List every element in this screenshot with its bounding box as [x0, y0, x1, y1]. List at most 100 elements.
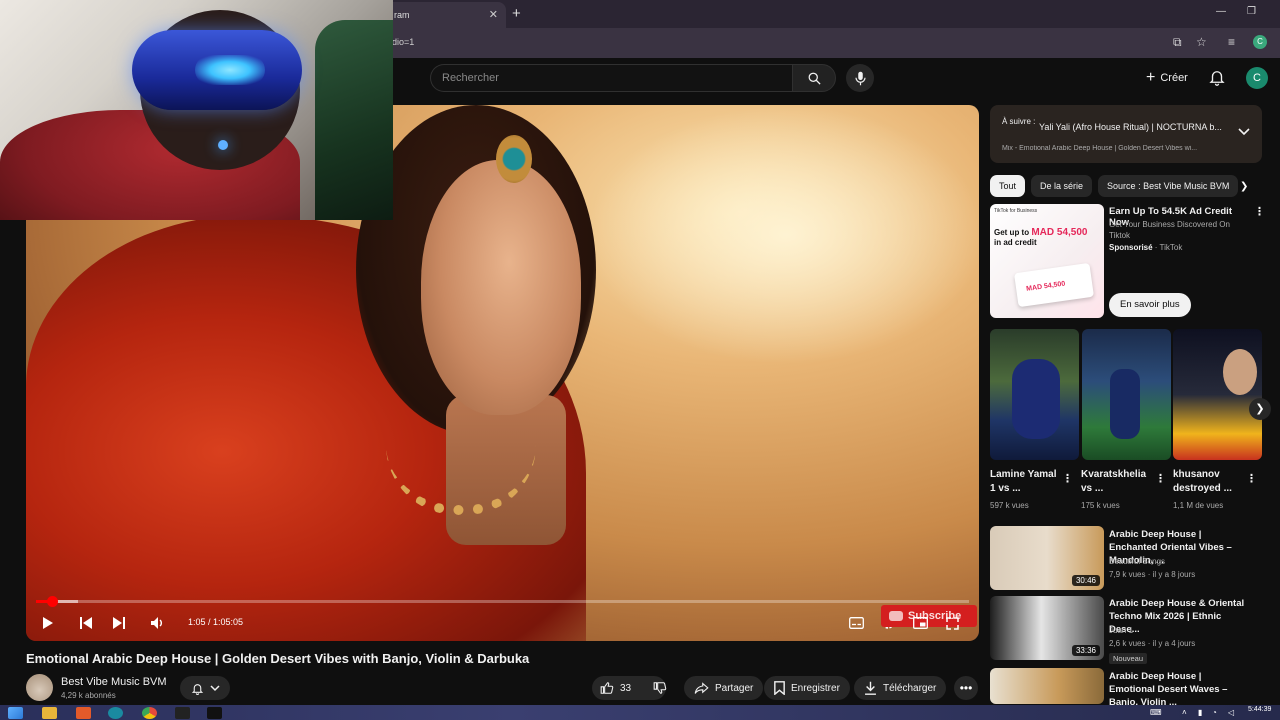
recommendation-meta: 7,9 k vues · il y a 8 jours: [1109, 570, 1196, 579]
up-next-title[interactable]: Yali Yali (Afro House Ritual) | NOCTURNA…: [1039, 122, 1225, 132]
chip-source[interactable]: Source : Best Vibe Music BVM: [1098, 175, 1239, 197]
short-thumbnail[interactable]: [990, 329, 1079, 460]
more-actions-button[interactable]: •••: [954, 676, 978, 700]
recommendation-title[interactable]: Arabic Deep House | Emotional Desert Wav…: [1109, 670, 1247, 709]
chip-all[interactable]: Tout: [990, 175, 1026, 197]
speaker-icon[interactable]: ◁: [1228, 708, 1234, 717]
subtitles-button[interactable]: [846, 613, 866, 633]
recommendation-thumbnail[interactable]: 33:36: [990, 596, 1104, 660]
share-button[interactable]: Partager: [684, 676, 764, 700]
notifications-button[interactable]: [1208, 68, 1226, 91]
keyboard-icon[interactable]: ⌨: [1150, 708, 1162, 717]
recommendation-thumbnail[interactable]: 30:46: [990, 526, 1104, 590]
account-avatar[interactable]: C: [1246, 67, 1268, 89]
ad-headline: Get up to MAD 54,500 in ad credit: [994, 228, 1087, 248]
create-button[interactable]: + Créer: [1140, 66, 1194, 90]
youtube-logo-icon: [889, 611, 903, 621]
webcam-overlay: [0, 0, 393, 220]
voice-search-button[interactable]: [846, 64, 874, 92]
fullscreen-button[interactable]: [942, 613, 962, 633]
miniplayer-button[interactable]: [910, 613, 930, 633]
minimize-icon[interactable]: —: [1216, 6, 1226, 17]
brave-browser-icon[interactable]: [76, 707, 91, 719]
short-player-figure: [1223, 349, 1257, 395]
video-frame-jewel: [496, 135, 532, 183]
download-button[interactable]: Télécharger: [854, 676, 947, 700]
like-button[interactable]: 33: [600, 681, 631, 695]
channel-avatar[interactable]: [26, 674, 53, 701]
taskbar-clock[interactable]: 5:44:39: [1248, 706, 1271, 713]
ad-thumbnail[interactable]: TikTok for Business Get up to MAD 54,500…: [990, 204, 1104, 318]
short-more-icon[interactable]: ⋮: [1062, 474, 1073, 485]
save-button[interactable]: Enregistrer: [764, 676, 850, 700]
tray-chevron-icon[interactable]: ˄: [1182, 708, 1187, 717]
up-next-subtitle: Mix - Emotional Arabic Deep House | Gold…: [1002, 145, 1198, 152]
short-views: 175 k vues: [1081, 501, 1120, 510]
tab-close-icon[interactable]: ✕: [489, 8, 498, 21]
progress-scrubber[interactable]: [47, 596, 58, 607]
download-label: Télécharger: [883, 682, 937, 694]
up-next-label: À suivre :: [1002, 117, 1036, 126]
short-title[interactable]: khusanov destroyed ...: [1173, 468, 1245, 496]
chip-series[interactable]: De la série: [1031, 175, 1093, 197]
short-thumbnail[interactable]: [1082, 329, 1171, 460]
search-button[interactable]: [792, 64, 836, 92]
play-button[interactable]: [38, 613, 58, 633]
capcut-icon[interactable]: [175, 707, 190, 719]
short-player-figure: [1012, 359, 1060, 439]
previous-button[interactable]: [76, 613, 96, 633]
progress-bar[interactable]: [36, 600, 969, 603]
video-frame-sky: [586, 105, 979, 365]
short-title[interactable]: Kvaratskhelia vs ...: [1081, 468, 1153, 496]
ad-more-icon[interactable]: ⋮: [1254, 207, 1265, 218]
ad-sponsor-line: Sponsorisé · TikTok: [1109, 243, 1183, 252]
volume-button[interactable]: [148, 613, 168, 633]
windows-start-icon[interactable]: [8, 707, 23, 719]
subtitles-icon: [848, 617, 864, 629]
chevron-right-icon[interactable]: ❯: [1240, 181, 1248, 192]
like-icon: [600, 682, 614, 694]
ad-headline-suffix: in ad credit: [994, 238, 1037, 247]
battery-icon[interactable]: ▮: [1198, 708, 1202, 717]
short-views: 597 k vues: [990, 501, 1029, 510]
channel-name[interactable]: Best Vibe Music BVM: [61, 676, 167, 688]
next-button[interactable]: [108, 613, 128, 633]
browser-tab[interactable]: ram ✕: [382, 2, 506, 28]
chevron-right-icon[interactable]: ❯: [1249, 398, 1271, 420]
wifi-icon[interactable]: ◔: [1212, 708, 1217, 717]
chrome-browser-icon[interactable]: [142, 707, 157, 719]
chevron-down-icon: [209, 685, 220, 692]
short-player-figure: [1110, 369, 1140, 439]
tiktok-icon[interactable]: [207, 707, 222, 719]
dislike-button[interactable]: [653, 681, 667, 695]
search-input[interactable]: Rechercher: [430, 64, 792, 92]
chevron-down-icon[interactable]: [1238, 127, 1250, 136]
url-text[interactable]: dio=1: [392, 37, 414, 47]
ad-cta-button[interactable]: En savoir plus: [1109, 293, 1191, 317]
like-dislike-group: 33: [592, 676, 667, 700]
install-app-icon[interactable]: ⧉: [1173, 35, 1182, 50]
channel-subscribers: 4,29 k abonnés: [61, 691, 116, 700]
recommendation-channel[interactable]: Juan 1: [1109, 626, 1133, 635]
subscription-notifications-button[interactable]: [180, 676, 230, 700]
headset-mic-light: [218, 140, 228, 150]
short-more-icon[interactable]: ⋮: [1155, 474, 1166, 485]
short-thumbnail[interactable]: [1173, 329, 1262, 460]
file-explorer-icon[interactable]: [42, 707, 57, 719]
recommendation-thumbnail[interactable]: [990, 668, 1104, 704]
ad-headline-prefix: Get up to: [994, 228, 1030, 237]
media-controls-icon[interactable]: ≡: [1228, 35, 1235, 49]
recommendation-channel[interactable]: Beautiful Songs: [1109, 557, 1165, 566]
prev-icon: [79, 617, 92, 629]
download-icon: [865, 681, 876, 695]
maximize-icon[interactable]: ❐: [1247, 6, 1256, 17]
bookmark-star-icon[interactable]: ☆: [1196, 35, 1207, 49]
short-more-icon[interactable]: ⋮: [1246, 474, 1257, 485]
edge-browser-icon[interactable]: [108, 707, 123, 719]
vr-headset-light: [195, 55, 265, 85]
more-icon: •••: [959, 681, 973, 695]
short-title[interactable]: Lamine Yamal 1 vs ...: [990, 468, 1062, 496]
new-tab-icon[interactable]: +: [512, 5, 521, 22]
up-next-panel[interactable]: À suivre : Yali Yali (Afro House Ritual)…: [990, 105, 1262, 163]
browser-profile-avatar[interactable]: C: [1253, 35, 1267, 49]
